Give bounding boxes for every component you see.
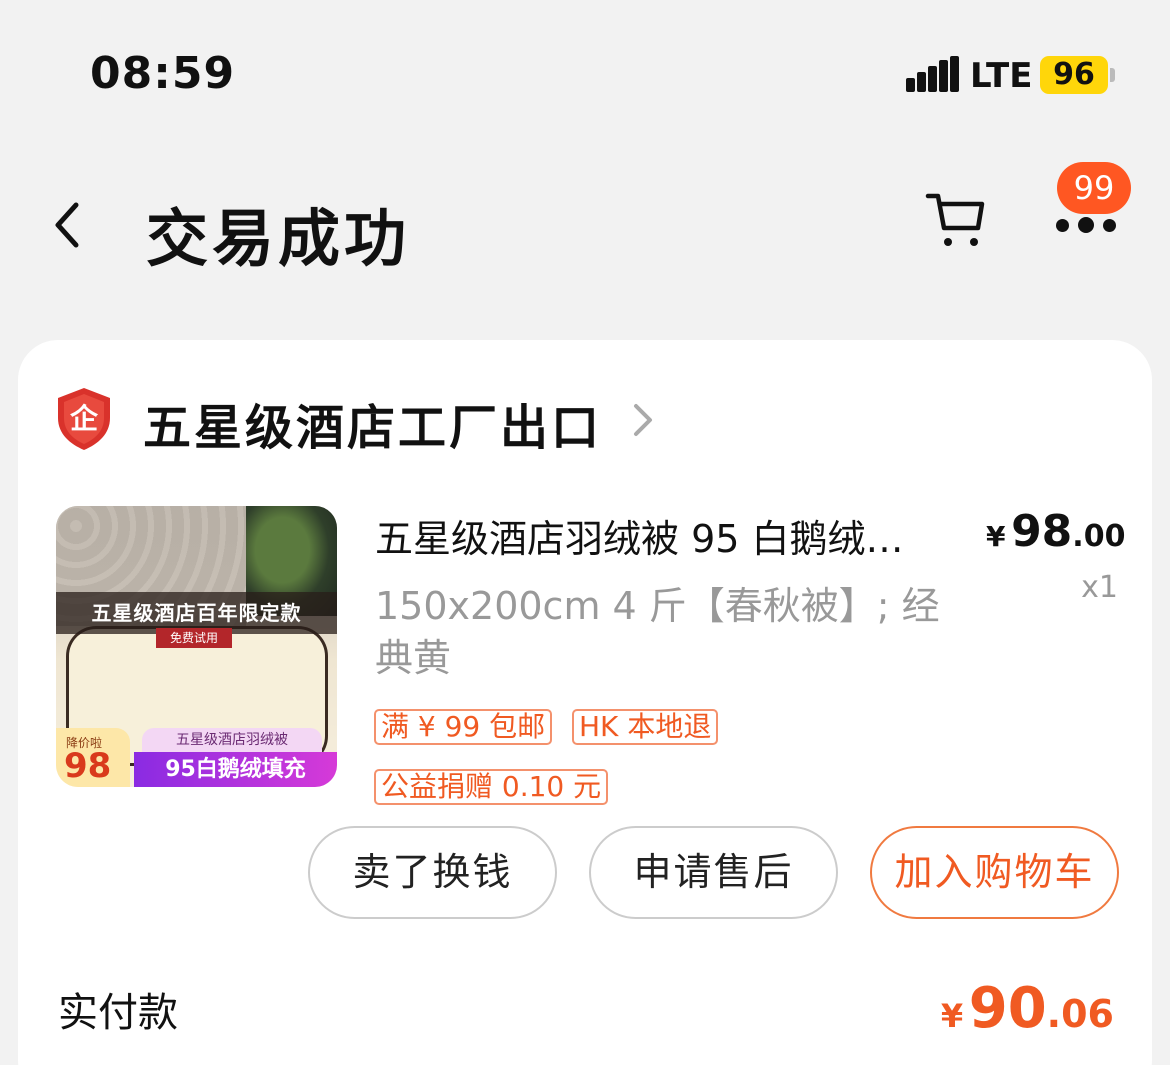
product-quantity: x1 (1081, 570, 1118, 605)
status-bar: 08:59 LTE 96 (0, 0, 1170, 150)
page-title: 交易成功 (146, 202, 411, 275)
network-type: LTE (970, 56, 1033, 96)
paid-decimal: .06 (1046, 992, 1114, 1036)
paid-symbol: ¥ (940, 997, 964, 1035)
product-spec: 150x200cm 4 斤【春秋被】; 经典黄 (375, 584, 940, 680)
battery-cap-icon (1110, 68, 1115, 82)
image-sublabel: 五星级酒店羽绒被 (142, 728, 322, 752)
price-integer: 98 (1011, 506, 1073, 557)
paid-integer: 90 (968, 976, 1047, 1041)
shop-shield-icon[interactable]: 企 (54, 386, 114, 452)
add-to-cart-button[interactable]: 加入购物车 (870, 826, 1119, 919)
image-slogan: 95白鹅绒填充 (134, 752, 337, 787)
product-title[interactable]: 五星级酒店羽绒被 95 白鹅绒填充 (375, 508, 935, 563)
back-icon[interactable] (48, 200, 88, 250)
price-symbol: ¥ (986, 520, 1006, 553)
cart-icon[interactable] (924, 188, 988, 250)
sell-button[interactable]: 卖了换钱 (308, 826, 557, 919)
notification-badge: 99 (1057, 162, 1131, 214)
status-time: 08:59 (90, 48, 236, 99)
tag-charity: 公益捐赠 0.10 元 (374, 769, 609, 805)
image-price: 98 (64, 746, 112, 786)
price-decimal: .00 (1072, 519, 1126, 554)
product-image[interactable]: 五星级酒店百年限定款 免费试用 降价啦 98 五星级酒店羽绒被 95白鹅绒填充 (56, 506, 337, 787)
signal-icon (906, 56, 959, 92)
paid-amount: ¥ 90.06 (940, 976, 1114, 1041)
after-sales-button[interactable]: 申请售后 (589, 826, 838, 919)
paid-label: 实付款 (58, 990, 178, 1036)
battery-level: 96 (1040, 56, 1108, 94)
tag-local-return: HK 本地退 (572, 709, 719, 745)
chevron-right-icon[interactable] (628, 400, 656, 440)
tag-free-shipping: 满 ¥ 99 包邮 (374, 709, 553, 745)
product-price: ¥ 98.00 (986, 506, 1125, 557)
shop-name[interactable]: 五星级酒店工厂出口 (143, 388, 602, 458)
image-free-trial: 免费试用 (156, 628, 232, 648)
more-icon[interactable] (1052, 212, 1118, 240)
shop-logo-text: 企 (70, 402, 99, 435)
